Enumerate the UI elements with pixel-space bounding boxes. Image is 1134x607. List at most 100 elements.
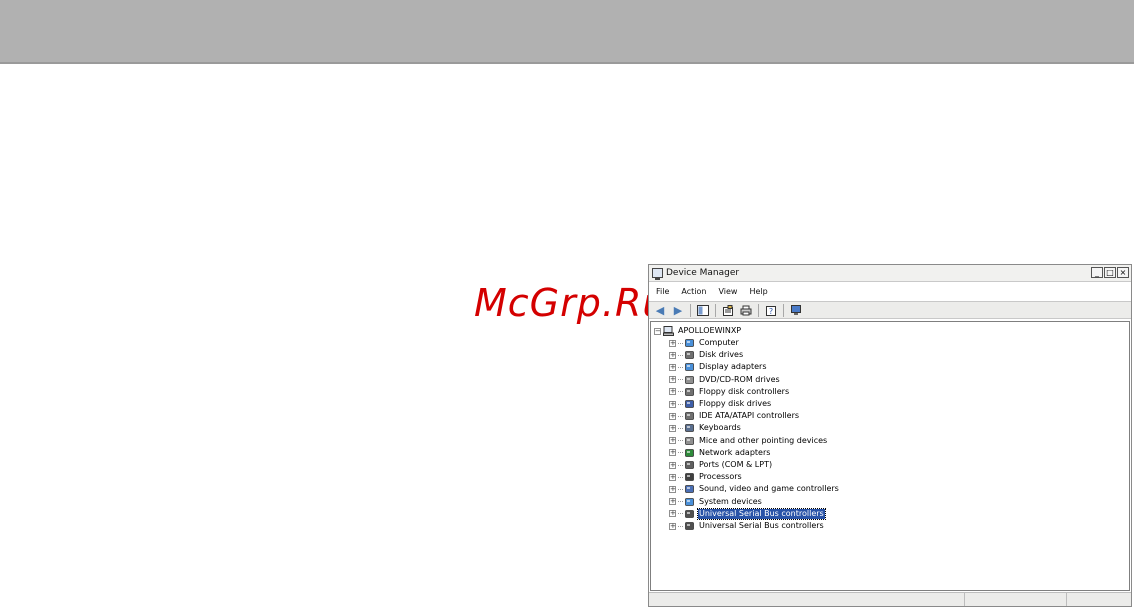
toolbar-separator [758, 303, 759, 317]
expand-icon[interactable]: + [669, 400, 676, 408]
system-device-icon [684, 497, 695, 507]
tree-item[interactable]: + System devices [669, 496, 763, 508]
mouse-icon [684, 436, 695, 446]
tree-item-label: Floppy disk drives [699, 399, 772, 408]
tree-item-label: Computer [699, 338, 739, 347]
tree-item-label: Disk drives [699, 350, 744, 360]
tree-item-label: IDE ATA/ATAPI controllers [699, 411, 800, 421]
top-banner [0, 0, 1134, 64]
tree-item-label: Keyboards [699, 423, 741, 433]
port-icon [684, 460, 695, 470]
menu-bar: File Action View Help [649, 284, 1131, 299]
tree-item-label: Processors [699, 472, 742, 482]
window-title: Device Manager [666, 268, 740, 278]
expand-icon[interactable]: + [669, 388, 676, 396]
tree-connector [678, 427, 683, 429]
tree-item[interactable]: + Floppy disk controllers [669, 386, 790, 398]
forward-icon[interactable]: ▶ [671, 304, 685, 317]
tree-connector [678, 464, 683, 466]
tree-item-label: System devices [699, 496, 762, 506]
menu-view[interactable]: View [711, 287, 742, 296]
tree-item[interactable]: + Processors [669, 471, 743, 483]
status-bar [649, 592, 1131, 606]
monitor-icon[interactable] [789, 304, 803, 317]
tree-connector [678, 501, 683, 503]
tree-connector [678, 366, 683, 368]
tree-item[interactable]: + IDE ATA/ATAPI controllers [669, 410, 800, 422]
tree-item[interactable]: + Mice and other pointing devices [669, 435, 828, 447]
toolbar-separator [715, 303, 716, 317]
title-bar[interactable]: Device Manager _ □ × [649, 265, 1131, 282]
tree-item[interactable]: + Universal Serial Bus controllers [669, 507, 826, 520]
expand-icon[interactable]: + [669, 498, 676, 506]
processor-icon [684, 472, 695, 482]
keyboard-icon [684, 423, 695, 433]
tree-item-label: Ports (COM & LPT) [699, 460, 773, 469]
expand-icon[interactable]: + [669, 412, 676, 420]
menu-action[interactable]: Action [674, 287, 711, 296]
tree-item-label: DVD/CD-ROM drives [699, 374, 780, 384]
tree-item-label: Display adapters [699, 362, 767, 372]
back-icon[interactable]: ◀ [653, 304, 667, 317]
tree-connector [678, 488, 683, 490]
collapse-icon[interactable]: − [654, 327, 661, 335]
tree-item-label: Floppy disk controllers [699, 386, 790, 396]
svg-text:?: ? [769, 307, 773, 316]
tree-item-label: Mice and other pointing devices [699, 435, 828, 445]
expand-icon[interactable]: + [669, 510, 676, 518]
tree-item-label: Network adapters [699, 447, 771, 457]
cdrom-icon [684, 375, 695, 385]
tree-item[interactable]: + Disk drives [669, 349, 744, 361]
tree-item[interactable]: + Floppy disk drives [669, 398, 772, 410]
usb-icon [684, 509, 695, 519]
properties-icon[interactable] [721, 304, 735, 317]
tree-item-label: Universal Serial Bus controllers [699, 521, 824, 530]
expand-icon[interactable]: + [669, 376, 676, 384]
tree-item-label: Universal Serial Bus controllers [697, 507, 826, 520]
tree-connector [678, 379, 683, 381]
expand-icon[interactable]: + [669, 424, 676, 432]
minimize-button[interactable]: _ [1091, 267, 1103, 278]
tree-connector [678, 342, 683, 344]
tree-connector [678, 415, 683, 417]
maximize-button[interactable]: □ [1104, 267, 1116, 278]
disk-drive-icon [684, 350, 695, 360]
tree-connector [678, 476, 683, 478]
menu-help[interactable]: Help [742, 287, 772, 296]
tree-item[interactable]: + Ports (COM & LPT) [669, 459, 773, 471]
tree-item[interactable]: + Computer [669, 337, 740, 349]
tree-connector [678, 403, 683, 405]
tree-root[interactable]: − APOLLOEWINXP [654, 325, 742, 337]
tree-item[interactable]: + Network adapters [669, 447, 771, 459]
tree-item[interactable]: + DVD/CD-ROM drives [669, 374, 781, 386]
tree-item[interactable]: + Keyboards [669, 422, 742, 434]
status-pane-right [1067, 593, 1131, 606]
expand-icon[interactable]: + [669, 485, 676, 493]
show-hide-tree-icon[interactable] [696, 304, 710, 317]
print-icon[interactable] [739, 304, 753, 317]
tree-connector [678, 440, 683, 442]
menu-file[interactable]: File [649, 287, 674, 296]
expand-icon[interactable]: + [669, 461, 676, 469]
device-manager-window: Device Manager _ □ × File Action View He… [648, 264, 1132, 607]
expand-icon[interactable]: + [669, 437, 676, 445]
network-adapter-icon [684, 448, 695, 458]
expand-icon[interactable]: + [669, 473, 676, 481]
computer-icon [684, 338, 695, 348]
expand-icon[interactable]: + [669, 522, 676, 530]
close-button[interactable]: × [1117, 267, 1129, 278]
floppy-controller-icon [684, 387, 695, 397]
tree-item[interactable]: + Display adapters [669, 361, 768, 373]
tree-item[interactable]: + Universal Serial Bus controllers [669, 520, 825, 532]
expand-icon[interactable]: + [669, 339, 676, 347]
device-tree[interactable]: − APOLLOEWINXP + Computer + Disk drives + Dis… [650, 321, 1130, 591]
tree-connector [678, 452, 683, 454]
usb-icon [684, 521, 695, 531]
tree-item[interactable]: + Sound, video and game controllers [669, 483, 840, 495]
expand-icon[interactable]: + [669, 363, 676, 371]
help-icon[interactable]: ? [764, 304, 778, 317]
tree-connector [678, 354, 683, 356]
toolbar-separator [783, 303, 784, 317]
expand-icon[interactable]: + [669, 449, 676, 457]
expand-icon[interactable]: + [669, 351, 676, 359]
